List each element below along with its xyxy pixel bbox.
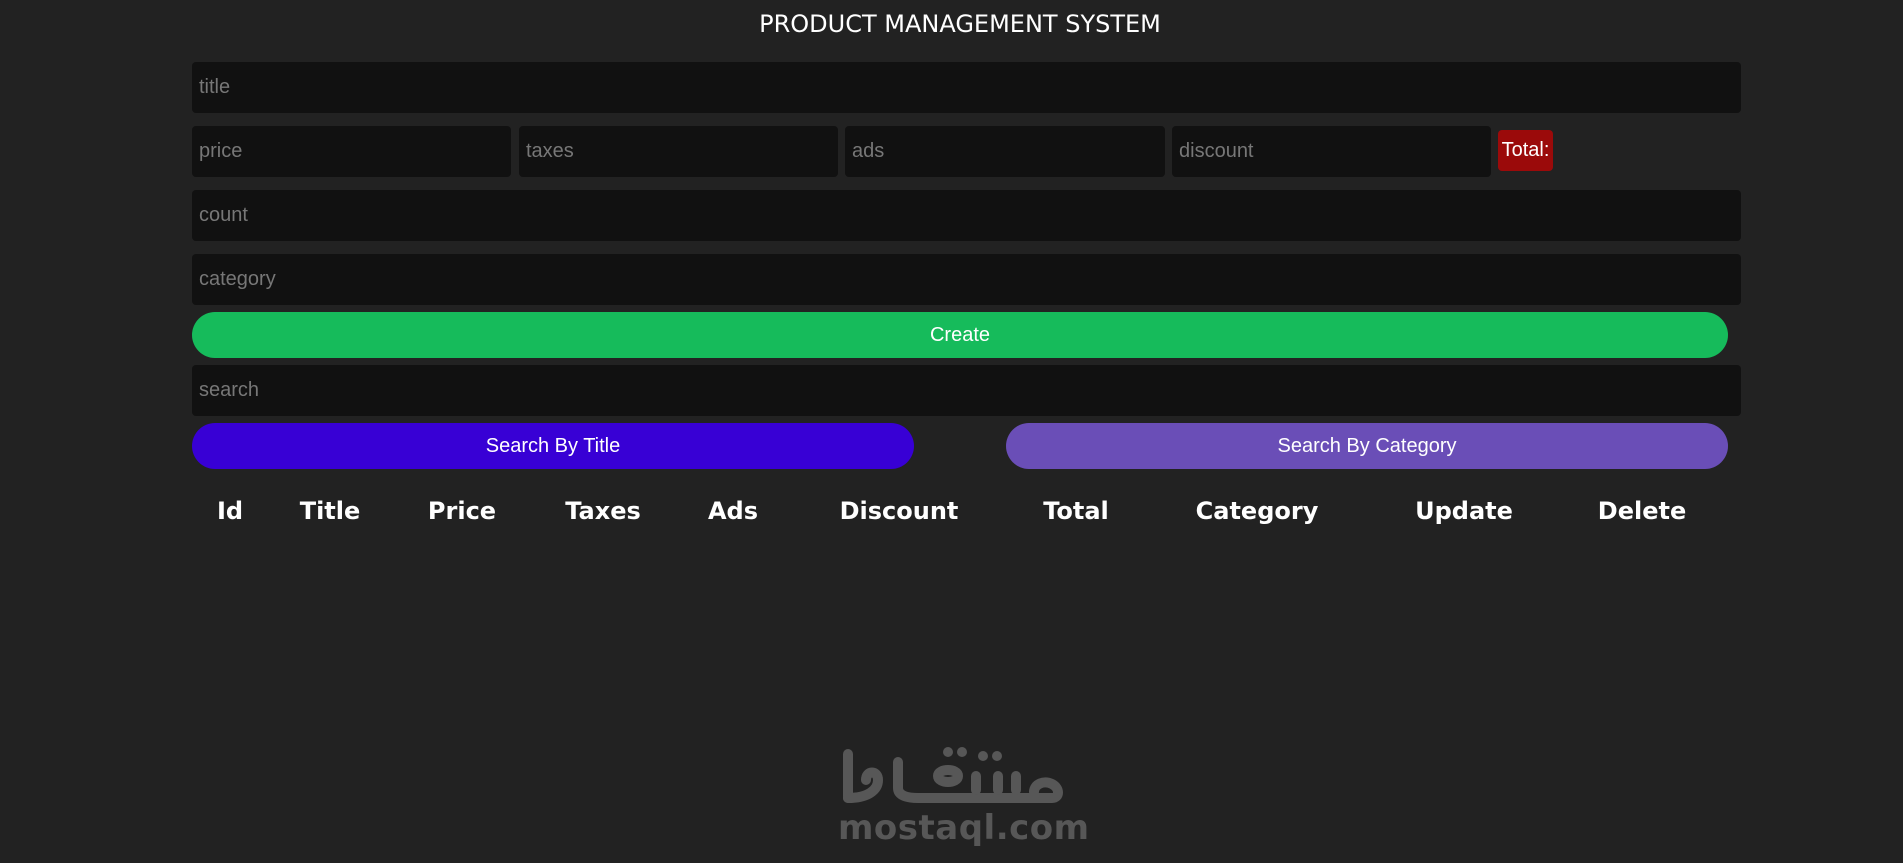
column-header-id: Id bbox=[216, 497, 244, 525]
column-header-discount: Discount bbox=[839, 497, 959, 525]
column-header-taxes: Taxes bbox=[565, 497, 641, 525]
mostaql-logo-icon bbox=[843, 747, 1063, 803]
column-header-delete: Delete bbox=[1597, 497, 1687, 525]
column-header-category: Category bbox=[1195, 497, 1319, 525]
search-by-title-button[interactable]: Search By Title bbox=[192, 423, 914, 469]
price-input[interactable] bbox=[192, 126, 511, 177]
count-input[interactable] bbox=[192, 190, 1741, 241]
search-by-category-button[interactable]: Search By Category bbox=[1006, 423, 1728, 469]
column-header-price: Price bbox=[427, 497, 497, 525]
product-management-page: PRODUCT MANAGEMENT SYSTEM Total: Create … bbox=[0, 0, 1903, 863]
products-table-header: Id Title Price Taxes Ads Discount Total … bbox=[192, 497, 1740, 533]
category-input[interactable] bbox=[192, 254, 1741, 305]
column-header-total: Total bbox=[1043, 497, 1109, 525]
discount-input[interactable] bbox=[1172, 126, 1491, 177]
taxes-input[interactable] bbox=[519, 126, 838, 177]
column-header-update: Update bbox=[1415, 497, 1513, 525]
page-title: PRODUCT MANAGEMENT SYSTEM bbox=[759, 10, 1161, 38]
column-header-ads: Ads bbox=[707, 497, 759, 525]
title-input[interactable] bbox=[192, 62, 1741, 113]
column-header-title: Title bbox=[299, 497, 361, 525]
total-badge: Total: bbox=[1498, 130, 1553, 171]
create-button[interactable]: Create bbox=[192, 312, 1728, 358]
watermark-text: mostaql.com bbox=[838, 808, 1090, 848]
search-input[interactable] bbox=[192, 365, 1741, 416]
ads-input[interactable] bbox=[845, 126, 1165, 177]
mostaql-watermark: mostaql.com bbox=[838, 740, 1090, 855]
